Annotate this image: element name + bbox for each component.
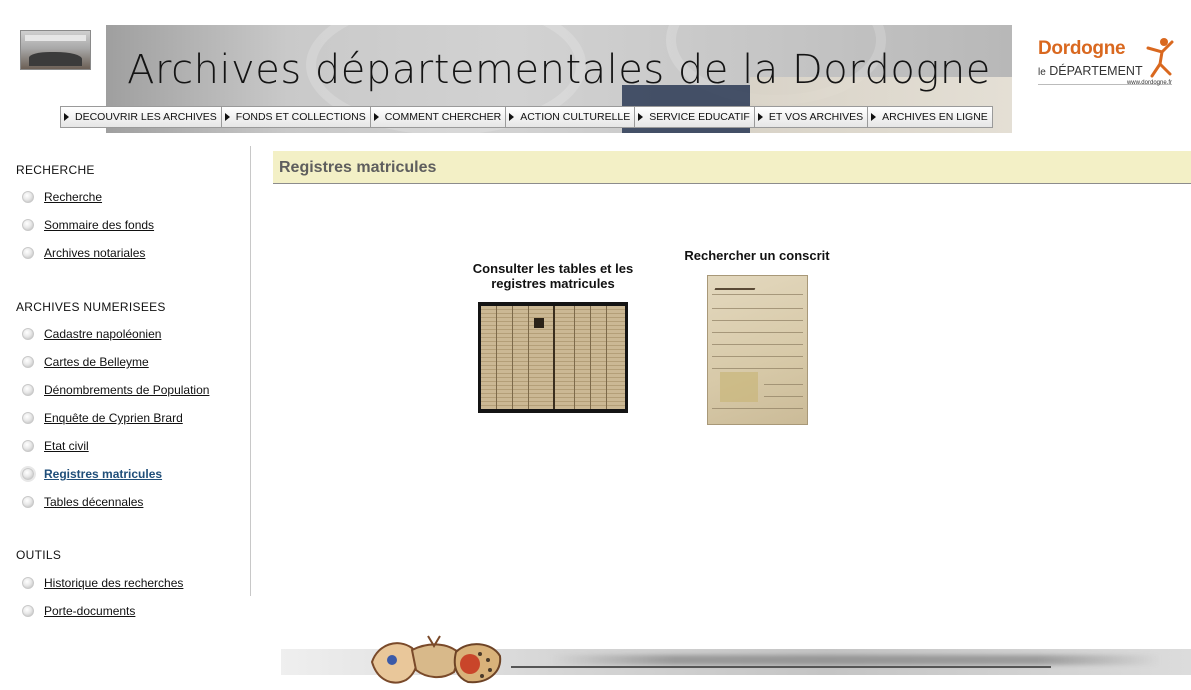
sidebar-item-etat-civil[interactable]: Etat civil	[22, 437, 89, 455]
bullet-icon	[22, 328, 34, 340]
logo-subtitle: le DÉPARTEMENT	[1038, 64, 1143, 78]
bullet-icon	[22, 577, 34, 589]
sidebar-item-archives-notariales[interactable]: Archives notariales	[22, 244, 145, 262]
sidebar-item-cadastre-napoleonien[interactable]: Cadastre napoléonien	[22, 325, 161, 343]
bullet-icon	[22, 605, 34, 617]
nav-archives-en-ligne[interactable]: ARCHIVES EN LIGNE	[868, 107, 992, 127]
site-thumbnail-image[interactable]	[20, 30, 91, 70]
sidebar-item-porte-documents[interactable]: Porte-documents	[22, 602, 135, 620]
bullet-icon	[22, 247, 34, 259]
sidebar-item-historique-des-recherches[interactable]: Historique des recherches	[22, 574, 183, 592]
sidebar-item-registres-matricules[interactable]: Registres matricules	[22, 465, 162, 483]
sidebar-item-tables-decennales[interactable]: Tables décennales	[22, 493, 143, 511]
arrow-right-icon	[757, 113, 763, 121]
arrow-right-icon	[871, 113, 877, 121]
section-title-archives-numerisees: ARCHIVES NUMERISEES	[16, 300, 166, 314]
top-navigation: DECOUVRIR LES ARCHIVES FONDS ET COLLECTI…	[60, 106, 993, 128]
logo-url: www.dordogne.fr	[1126, 80, 1172, 86]
section-title-recherche: RECHERCHE	[16, 163, 95, 177]
page-header: Registres matricules	[273, 151, 1191, 184]
arrow-right-icon	[224, 113, 230, 121]
sidebar-item-enquete-de-cyprien-brard[interactable]: Enquête de Cyprien Brard	[22, 409, 183, 427]
nav-service-educatif[interactable]: SERVICE EDUCATIF	[635, 107, 755, 127]
consult-registers-link[interactable]: Consulter les tables et les registres ma…	[453, 261, 653, 291]
nav-et-vos-archives[interactable]: ET VOS ARCHIVES	[754, 107, 869, 127]
nav-decouvrir-les-archives[interactable]: DECOUVRIR LES ARCHIVES	[61, 107, 222, 127]
sidebar-item-recherche[interactable]: Recherche	[22, 188, 102, 206]
dordogne-logo[interactable]: Dordogne le DÉPARTEMENT www.dordogne.fr	[1036, 36, 1176, 90]
bullet-icon	[22, 440, 34, 452]
bullet-icon	[22, 468, 34, 480]
register-book-image[interactable]	[478, 302, 628, 413]
bullet-icon	[22, 219, 34, 231]
sidebar-divider	[250, 146, 251, 596]
nav-action-culturelle[interactable]: ACTION CULTURELLE	[506, 107, 636, 127]
arrow-right-icon	[638, 113, 644, 121]
nav-fonds-et-collections[interactable]: FONDS ET COLLECTIONS	[221, 107, 371, 127]
dancing-figure-icon	[1146, 38, 1174, 78]
bullet-icon	[22, 412, 34, 424]
page-title: Registres matricules	[279, 159, 437, 176]
sidebar-item-denombrements-de-population[interactable]: Dénombrements de Population	[22, 381, 209, 399]
sidebar-item-sommaire-des-fonds[interactable]: Sommaire des fonds	[22, 216, 154, 234]
bullet-icon	[22, 356, 34, 368]
search-conscript-link[interactable]: Rechercher un conscrit	[667, 248, 847, 263]
banner-title: Archives départementales de la Dordogne	[127, 47, 991, 93]
logo-name: Dordogne	[1038, 38, 1126, 59]
conscript-record-image[interactable]	[707, 275, 808, 425]
bullet-icon	[22, 496, 34, 508]
section-title-outils: OUTILS	[16, 548, 62, 562]
bullet-icon	[22, 191, 34, 203]
arrow-right-icon	[373, 113, 379, 121]
sidebar-item-cartes-de-belleyme[interactable]: Cartes de Belleyme	[22, 353, 149, 371]
nav-comment-chercher[interactable]: COMMENT CHERCHER	[370, 107, 507, 127]
arrow-right-icon	[509, 113, 515, 121]
arrow-right-icon	[64, 113, 69, 121]
bullet-icon	[22, 384, 34, 396]
medieval-illumination-icon	[370, 635, 502, 684]
